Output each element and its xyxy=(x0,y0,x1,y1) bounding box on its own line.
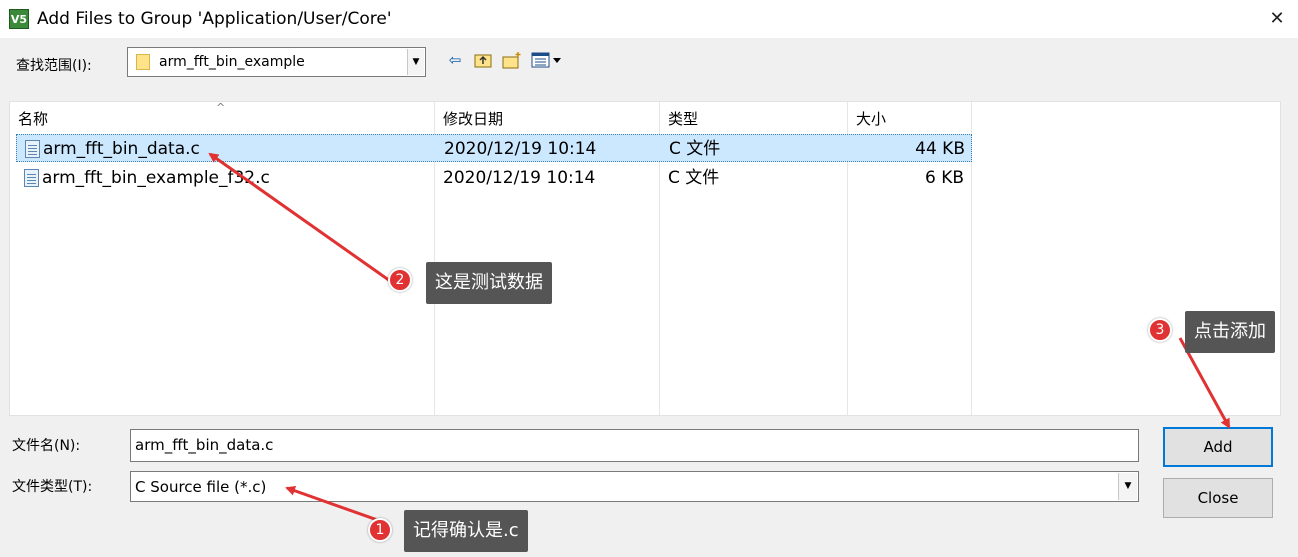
c-file-icon xyxy=(25,140,40,158)
annotation-callout-2: 这是测试数据 xyxy=(426,262,552,304)
annotation-callout-1: 记得确认是.c xyxy=(404,510,528,552)
file-type-label: 文件类型(T): xyxy=(12,479,93,495)
annotation-badge-1: 1 xyxy=(368,518,392,542)
file-name: arm_fft_bin_example_f32.c xyxy=(42,168,270,188)
file-type: C 文件 xyxy=(669,139,721,159)
window-title: Add Files to Group 'Application/User/Cor… xyxy=(37,9,392,29)
close-icon[interactable]: ✕ xyxy=(1264,6,1290,32)
column-header-type[interactable]: 类型 xyxy=(668,109,698,129)
annotation-badge-2: 2 xyxy=(388,268,412,292)
file-type-dropdown[interactable]: C Source file (*.c) ▼ xyxy=(130,471,1139,502)
close-button[interactable]: Close xyxy=(1163,478,1273,518)
column-header-size[interactable]: 大小 xyxy=(856,109,886,129)
app-icon: V5 xyxy=(9,9,29,29)
file-list[interactable]: ^ 名称 修改日期 类型 大小 arm_fft_bin_data.c 2020/… xyxy=(9,101,1281,416)
file-name-input[interactable]: arm_fft_bin_data.c xyxy=(130,429,1139,462)
file-name-label: 文件名(N): xyxy=(12,438,81,454)
file-modified: 2020/12/19 10:14 xyxy=(443,168,596,188)
new-folder-icon[interactable] xyxy=(501,50,521,70)
column-header-name[interactable]: 名称 xyxy=(18,109,48,129)
file-size: 6 KB xyxy=(924,168,964,188)
annotation-callout-3: 点击添加 xyxy=(1185,311,1275,353)
look-in-label: 查找范围(I): xyxy=(16,58,92,74)
look-in-value: arm_fft_bin_example xyxy=(159,54,305,70)
up-folder-icon[interactable] xyxy=(473,50,493,70)
add-button[interactable]: Add xyxy=(1163,427,1273,467)
file-name: arm_fft_bin_data.c xyxy=(43,139,200,159)
look-in-dropdown[interactable]: arm_fft_bin_example ▼ xyxy=(127,47,426,77)
file-row[interactable]: arm_fft_bin_data.c 2020/12/19 10:14 C 文件… xyxy=(16,134,972,162)
chevron-down-icon[interactable]: ▼ xyxy=(1118,473,1137,500)
chevron-down-icon[interactable]: ▼ xyxy=(407,49,424,75)
annotation-badge-3: 3 xyxy=(1148,318,1172,342)
sort-ascending-icon: ^ xyxy=(216,101,226,114)
column-header-modified[interactable]: 修改日期 xyxy=(443,109,503,129)
back-icon[interactable]: ⇦ xyxy=(445,50,465,70)
file-size: 44 KB xyxy=(915,139,965,159)
file-row[interactable]: arm_fft_bin_example_f32.c 2020/12/19 10:… xyxy=(16,164,972,192)
view-menu-icon[interactable] xyxy=(530,50,566,70)
file-type: C 文件 xyxy=(668,168,720,188)
c-file-icon xyxy=(24,169,39,187)
file-type-value: C Source file (*.c) xyxy=(135,478,267,496)
folder-icon xyxy=(136,54,150,70)
file-modified: 2020/12/19 10:14 xyxy=(444,139,597,159)
